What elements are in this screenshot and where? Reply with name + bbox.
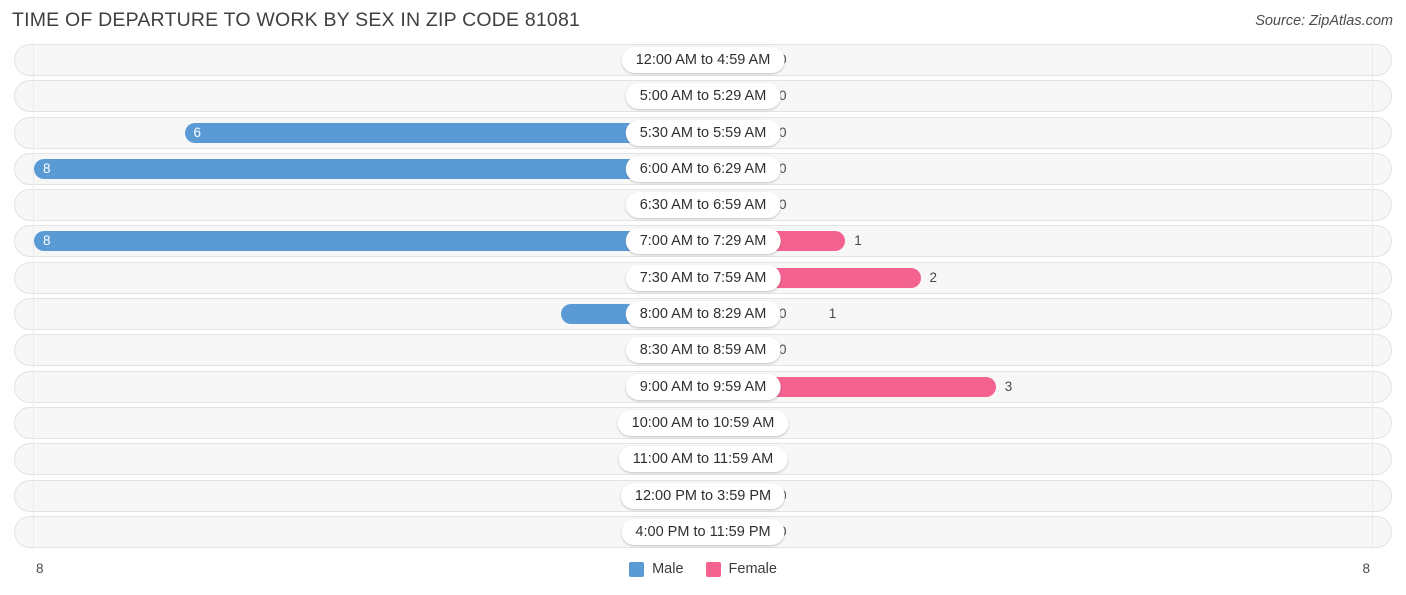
axis-gridline [33, 368, 34, 405]
axis-gridline [1372, 187, 1373, 224]
chart-row: 8 1 7:00 AM to 7:29 AM [0, 223, 1406, 260]
axis-gridline [1372, 259, 1373, 296]
category-label: 8:00 AM to 8:29 AM [625, 301, 781, 328]
axis-gridline [1372, 296, 1373, 333]
axis-gridline [1372, 513, 1373, 550]
axis-gridline [1372, 332, 1373, 369]
category-label: 12:00 AM to 4:59 AM [621, 47, 785, 73]
male-value-label: 8 [43, 233, 51, 249]
category-label: 6:30 AM to 6:59 AM [625, 192, 781, 219]
chart-row: 6 0 5:30 AM to 5:59 AM [0, 114, 1406, 151]
chart-row: 0010:00 AM to 10:59 AM [0, 404, 1406, 441]
chart-row: 039:00 AM to 9:59 AM [0, 368, 1406, 405]
axis-gridline [1372, 78, 1373, 115]
axis-gridline [1372, 368, 1373, 405]
chart-row: 008:30 AM to 8:59 AM [0, 332, 1406, 369]
male-color-swatch [629, 561, 645, 577]
axis-gridline [1372, 441, 1373, 478]
category-label: 11:00 AM to 11:59 AM [618, 446, 788, 473]
axis-gridline [1372, 42, 1373, 78]
female-value-label: 2 [929, 269, 938, 285]
category-label: 4:00 PM to 11:59 PM [621, 518, 785, 545]
axis-gridline [33, 513, 34, 550]
axis-gridline [33, 441, 34, 478]
axis-gridline [33, 404, 34, 441]
category-label: 10:00 AM to 10:59 AM [617, 409, 789, 436]
female-value-label: 1 [854, 233, 862, 249]
chart-header: TIME OF DEPARTURE TO WORK BY SEX IN ZIP … [0, 0, 1406, 42]
page-title: TIME OF DEPARTURE TO WORK BY SEX IN ZIP … [12, 9, 581, 31]
chart-footer: 8 8 Male Female [0, 557, 1406, 595]
axis-gridline [1372, 477, 1373, 514]
category-label: 9:00 AM to 9:59 AM [625, 373, 781, 400]
chart-row: 8 0 6:00 AM to 6:29 AM [0, 150, 1406, 187]
axis-gridline [33, 42, 34, 78]
male-value-label: 6 [193, 124, 202, 140]
legend-item-female[interactable]: Female [705, 561, 777, 577]
category-label: 7:30 AM to 7:59 AM [625, 264, 781, 291]
chart-row: 027:30 AM to 7:59 AM [0, 259, 1406, 296]
axis-gridline [1372, 223, 1373, 260]
male-bar[interactable] [34, 231, 703, 252]
female-color-swatch [705, 561, 721, 577]
source-attribution: Source: ZipAtlas.com [1255, 13, 1393, 29]
category-label: 8:30 AM to 8:59 AM [625, 337, 781, 364]
chart-row: 006:30 AM to 6:59 AM [0, 187, 1406, 224]
legend-label-female: Female [728, 561, 777, 577]
chart-row: 1 0 8:00 AM to 8:29 AM [0, 296, 1406, 333]
category-label: 6:00 AM to 6:29 AM [625, 155, 781, 182]
diverging-bar-chart: 0012:00 AM to 4:59 AM005:00 AM to 5:29 A… [0, 42, 1406, 554]
axis-gridline [33, 259, 34, 296]
chart-row: 0012:00 PM to 3:59 PM [0, 477, 1406, 514]
category-label: 7:00 AM to 7:29 AM [625, 228, 781, 255]
chart-row: 0012:00 AM to 4:59 AM [0, 42, 1406, 78]
male-bar[interactable] [34, 158, 703, 179]
category-label: 5:30 AM to 5:59 AM [625, 119, 781, 146]
axis-gridline [1372, 150, 1373, 187]
axis-gridline [33, 78, 34, 115]
legend-label-male: Male [652, 561, 684, 577]
chart-row: 0011:00 AM to 11:59 AM [0, 441, 1406, 478]
axis-gridline [33, 114, 34, 151]
male-value-label: 8 [43, 160, 51, 176]
axis-gridline [1372, 404, 1373, 441]
category-label: 5:00 AM to 5:29 AM [625, 83, 781, 110]
axis-gridline [33, 296, 34, 333]
male-value-label: 1 [828, 306, 837, 322]
category-label: 12:00 PM to 3:59 PM [620, 482, 786, 509]
axis-gridline [33, 477, 34, 514]
chart-row: 004:00 PM to 11:59 PM [0, 513, 1406, 550]
axis-gridline [33, 332, 34, 369]
legend-item-male[interactable]: Male [629, 561, 684, 577]
female-value-label: 3 [1004, 378, 1013, 394]
chart-row: 005:00 AM to 5:29 AM [0, 78, 1406, 115]
chart-legend: Male Female [0, 561, 1406, 577]
axis-gridline [33, 187, 34, 224]
axis-gridline [1372, 114, 1373, 151]
